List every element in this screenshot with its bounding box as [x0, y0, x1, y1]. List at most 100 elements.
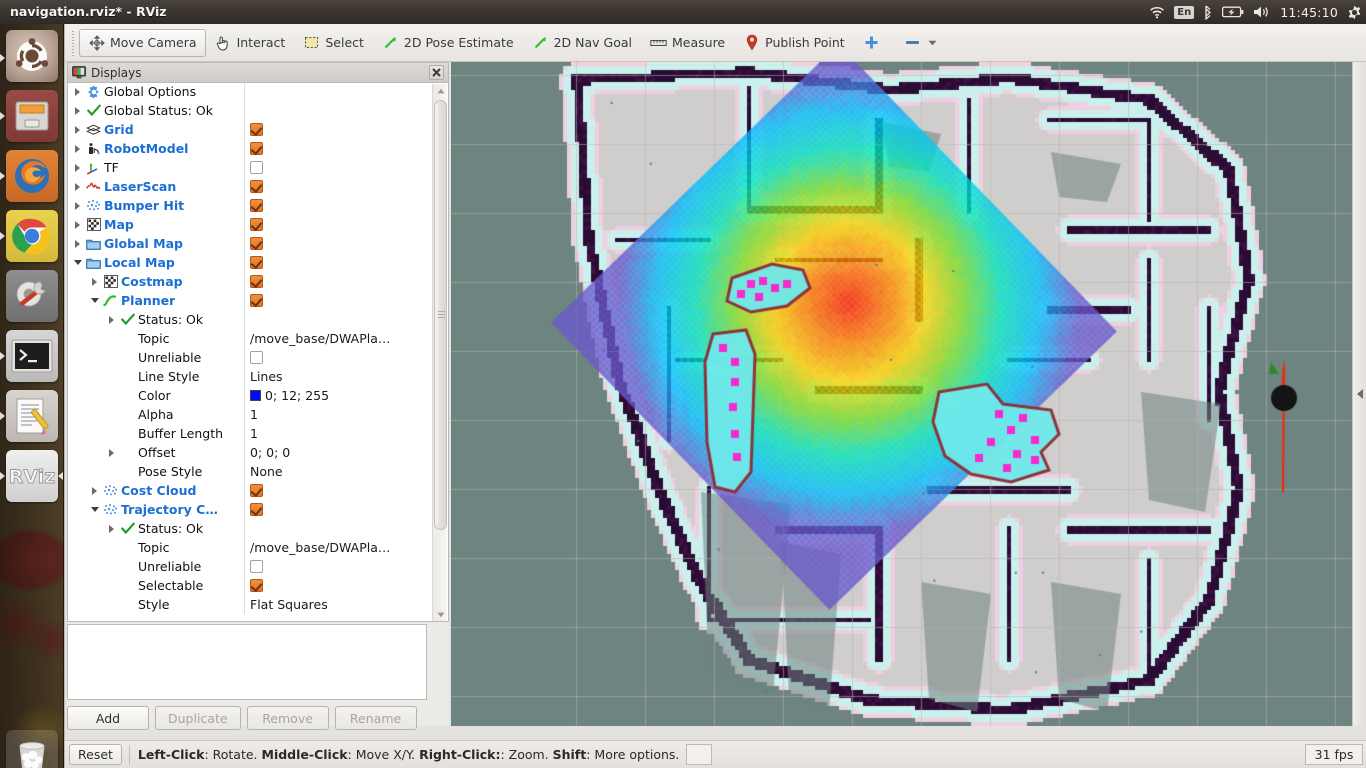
collapse-arrow-icon[interactable] [89, 504, 100, 515]
expand-arrow-icon[interactable] [89, 485, 100, 496]
display-tree-row-value[interactable]: None [244, 462, 428, 481]
launcher-item-trash[interactable] [6, 730, 58, 768]
display-tree-row-value[interactable] [244, 139, 428, 158]
occupancy-map-canvas[interactable] [451, 62, 1366, 726]
display-tree-row-value[interactable]: Flat Squares [244, 595, 428, 614]
expand-arrow-icon[interactable] [72, 86, 83, 97]
display-tree-row[interactable]: Global Options [68, 83, 428, 101]
scroll-up-icon[interactable] [433, 84, 448, 98]
enable-checkbox[interactable] [250, 503, 263, 516]
remove-tool-button[interactable] [889, 29, 946, 57]
add-button[interactable]: Add [67, 706, 149, 730]
display-tree-row[interactable]: Map [68, 215, 428, 234]
expand-arrow-icon[interactable] [72, 143, 83, 154]
display-tree-row[interactable]: Status: Ok [68, 519, 428, 538]
display-tree-row[interactable]: Planner [68, 291, 428, 310]
reset-button[interactable]: Reset [69, 744, 122, 765]
displays-tree-scrollbar[interactable] [432, 84, 448, 621]
tool-move-camera[interactable]: Move Camera [79, 28, 206, 57]
keyboard-layout-indicator[interactable]: En [1174, 0, 1195, 24]
expand-arrow-icon[interactable] [89, 276, 100, 287]
display-tree-row-value[interactable] [244, 500, 428, 519]
display-tree-row-value[interactable] [244, 177, 428, 196]
display-tree-row[interactable]: Bumper Hit [68, 196, 428, 215]
display-tree-row[interactable]: Global Map [68, 234, 428, 253]
launcher-item-files[interactable] [6, 90, 58, 142]
display-tree-row[interactable]: Costmap [68, 272, 428, 291]
expand-arrow-icon[interactable] [106, 447, 117, 458]
display-tree-row[interactable]: Offset 0; 0; 0 [68, 443, 428, 462]
display-tree-row-value[interactable]: 1 [244, 405, 428, 424]
expand-arrow-icon[interactable] [72, 200, 83, 211]
enable-checkbox[interactable] [250, 123, 263, 136]
collapse-arrow-icon[interactable] [89, 295, 100, 306]
enable-checkbox[interactable] [250, 161, 263, 174]
expand-arrow-icon[interactable] [72, 238, 83, 249]
expand-arrow-icon[interactable] [72, 105, 83, 116]
display-tree-row[interactable]: Trajectory C… [68, 500, 428, 519]
display-tree-row-value[interactable] [244, 272, 428, 291]
expand-arrow-icon[interactable] [106, 314, 117, 325]
display-tree-row-value[interactable] [244, 576, 428, 595]
tool-2d-pose-estimate[interactable]: 2D Pose Estimate [373, 29, 523, 57]
display-tree-row[interactable]: Global Status: Ok [68, 101, 428, 120]
enable-checkbox[interactable] [250, 351, 263, 364]
display-tree-row-value[interactable] [244, 557, 428, 576]
display-tree-row[interactable]: Grid [68, 120, 428, 139]
launcher-item-chrome[interactable] [6, 210, 58, 262]
clock[interactable]: 11:45:10 [1280, 0, 1338, 24]
display-tree-row[interactable]: Pose Style None [68, 462, 428, 481]
toolbar-drag-handle[interactable] [69, 29, 77, 56]
display-tree-row[interactable]: Alpha 1 [68, 405, 428, 424]
enable-checkbox[interactable] [250, 484, 263, 497]
volume-icon[interactable] [1253, 0, 1271, 24]
display-tree-row-value[interactable] [244, 234, 428, 253]
enable-checkbox[interactable] [250, 579, 263, 592]
display-tree-row[interactable]: Topic/move_base/DWAPla… [68, 329, 428, 348]
display-tree-row[interactable]: Topic/move_base/DWAPla… [68, 538, 428, 557]
tool-interact[interactable]: Interact [206, 29, 295, 57]
enable-checkbox[interactable] [250, 180, 263, 193]
enable-checkbox[interactable] [250, 256, 263, 269]
display-tree-row-value[interactable]: Lines [244, 367, 428, 386]
tool-2d-nav-goal[interactable]: 2D Nav Goal [523, 29, 641, 57]
launcher-item-firefox[interactable] [6, 150, 58, 202]
enable-checkbox[interactable] [250, 560, 263, 573]
scroll-down-icon[interactable] [433, 608, 448, 621]
launcher-item-ubuntu-dash[interactable] [6, 30, 58, 82]
add-tool-button[interactable] [854, 29, 889, 57]
display-tree-row-value[interactable] [244, 196, 428, 215]
display-tree-row[interactable]: Style Flat Squares [68, 595, 428, 614]
displays-tree[interactable]: Global Options Global Status: Ok Grid Robot… [67, 82, 449, 622]
enable-checkbox[interactable] [250, 142, 263, 155]
display-tree-row-value[interactable]: 0; 0; 0 [244, 443, 428, 462]
display-tree-row[interactable]: RobotModel [68, 139, 428, 158]
close-icon[interactable] [429, 65, 444, 80]
display-tree-row[interactable]: Cost Cloud [68, 481, 428, 500]
display-tree-row-value[interactable]: /move_base/DWAPla… [244, 329, 428, 348]
launcher-item-system-settings[interactable] [6, 270, 58, 322]
scrollbar-thumb[interactable] [434, 100, 447, 530]
system-menu-icon[interactable] [1347, 0, 1362, 24]
launcher-item-text-editor[interactable] [6, 390, 58, 442]
wifi-icon[interactable] [1149, 0, 1165, 24]
tool-publish-point[interactable]: Publish Point [734, 29, 854, 57]
display-tree-row-value[interactable] [244, 215, 428, 234]
display-tree-row-value[interactable] [244, 291, 428, 310]
enable-checkbox[interactable] [250, 275, 263, 288]
display-tree-row[interactable]: Status: Ok [68, 310, 428, 329]
display-tree-row-value[interactable] [244, 481, 428, 500]
tool-measure[interactable]: Measure [641, 29, 734, 57]
enable-checkbox[interactable] [250, 237, 263, 250]
display-tree-row[interactable]: Buffer Length 1 [68, 424, 428, 443]
display-tree-row[interactable]: Unreliable [68, 348, 428, 367]
display-tree-row[interactable]: Unreliable [68, 557, 428, 576]
display-tree-row-value[interactable] [244, 158, 428, 177]
display-tree-row[interactable]: Selectable [68, 576, 428, 595]
display-tree-row[interactable]: LaserScan [68, 177, 428, 196]
right-panel-collapse-handle[interactable] [1352, 62, 1366, 726]
tool-select[interactable]: Select [294, 29, 373, 57]
display-tree-row[interactable]: Local Map [68, 253, 428, 272]
display-tree-row-value[interactable] [244, 120, 428, 139]
display-tree-row[interactable]: TF [68, 158, 428, 177]
